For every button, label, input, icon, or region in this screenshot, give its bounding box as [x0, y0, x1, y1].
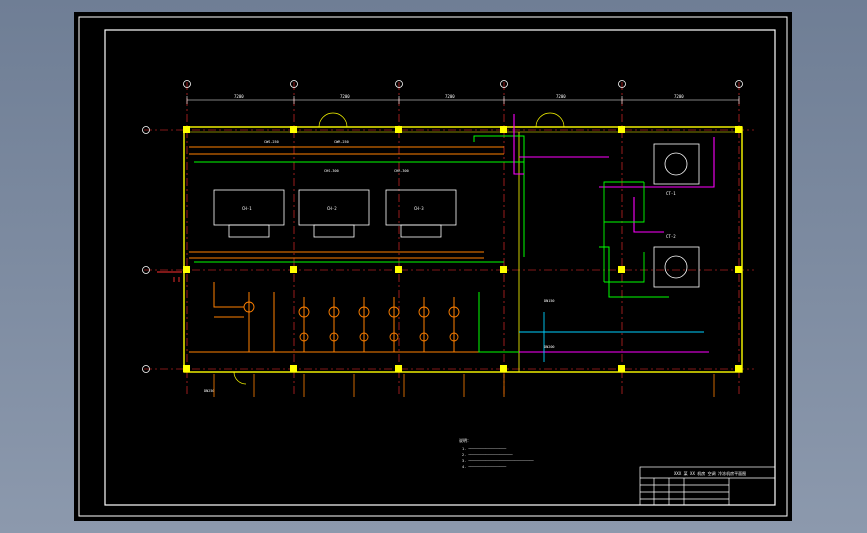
- cad-viewport: 7200 7200 7200 7200 7200 CH-1 CH-2 CH-3 …: [0, 0, 867, 533]
- pipe-label: CWR-250: [334, 140, 349, 144]
- dimension-text: 7200: [234, 94, 244, 99]
- columns: [183, 126, 742, 372]
- inner-frame: [104, 29, 776, 506]
- pipe-label: DN250: [204, 389, 215, 393]
- pipe-label: DN150: [544, 299, 555, 303]
- note-line: 3. ───────────────────────────────: [462, 459, 535, 463]
- dimension-text: 7200: [445, 94, 455, 99]
- dimension-line: [186, 96, 740, 104]
- dimension-text: 7200: [674, 94, 684, 99]
- cooling-towers: [653, 143, 700, 288]
- cooling-tower-2: [653, 246, 700, 288]
- chillers: [213, 189, 457, 238]
- dimension-text: 7200: [556, 94, 566, 99]
- tower-label: CT-1: [666, 191, 676, 196]
- tower-label: CT-2: [666, 234, 676, 239]
- pipe-label: CHS-300: [324, 169, 339, 173]
- dimension-text: 7200: [340, 94, 350, 99]
- condenser-water-pipes: [194, 135, 694, 353]
- chiller-labels: CH-1 CH-2 CH-3: [242, 206, 424, 211]
- building-walls: [183, 126, 743, 373]
- notes: 1. ────────────────── 2. ───────────────…: [462, 447, 535, 469]
- dimension-texts: 7200 7200 7200 7200 7200: [234, 94, 684, 99]
- notes-heading: 说明：: [459, 437, 471, 443]
- grid-lines: [144, 82, 754, 397]
- chilled-water-pipes: [189, 146, 504, 353]
- pipe-label: CHR-300: [394, 169, 409, 173]
- pipe-label: CWS-250: [264, 140, 279, 144]
- note-line: 4. ──────────────────: [462, 465, 507, 469]
- chiller-label: CH-1: [242, 206, 252, 211]
- cooling-tower-1: [653, 143, 700, 185]
- chiller-label: CH-2: [327, 206, 337, 211]
- cyan-pipes: [519, 312, 704, 362]
- leader-lines: [213, 374, 715, 397]
- pump-set: [243, 301, 460, 342]
- note-line: 2. ─────────────────────: [462, 453, 513, 457]
- note-line: 1. ──────────────────: [462, 447, 507, 451]
- grid-bubbles: [142, 80, 743, 373]
- tower-labels: CT-1 CT-2: [666, 191, 676, 239]
- hvac-floor-plan: 7200 7200 7200 7200 7200 CH-1 CH-2 CH-3 …: [78, 16, 788, 517]
- chiller-label: CH-3: [414, 206, 424, 211]
- title-block-heading: XXX 某 XX 机房 空调 冷冻机房平面图: [674, 470, 746, 476]
- red-pipes: [157, 271, 182, 282]
- drawing-sheet: 7200 7200 7200 7200 7200 CH-1 CH-2 CH-3 …: [74, 12, 792, 521]
- pipe-label: DN200: [544, 345, 555, 349]
